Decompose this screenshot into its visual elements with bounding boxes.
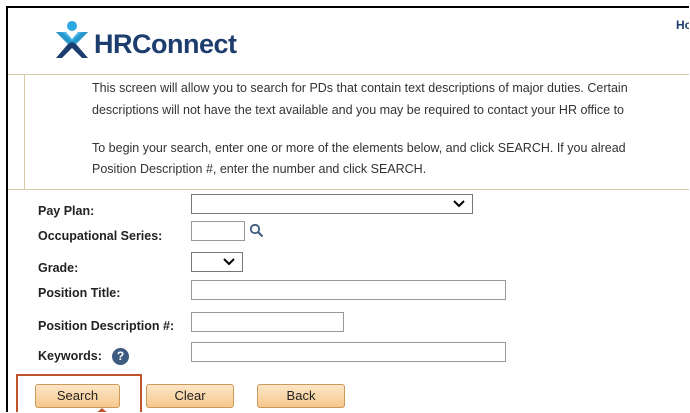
grade-label: Grade: (38, 261, 79, 275)
position-description-number-label: Position Description #: (38, 319, 175, 333)
instructions-line-3: To begin your search, enter one or more … (92, 141, 626, 155)
instructions-line-1: This screen will allow you to search for… (92, 81, 628, 95)
page-frame: HRConnect Ho This screen will allow you … (6, 6, 689, 412)
pay-plan-select[interactable] (191, 194, 473, 214)
home-link[interactable]: Ho (676, 18, 689, 32)
logo-text: HRConnect (94, 28, 237, 59)
callout-pointer (94, 408, 110, 412)
x-person-logo-icon (56, 21, 88, 58)
keywords-input[interactable] (191, 342, 506, 362)
header: HRConnect Ho (8, 8, 689, 74)
search-highlight-callout (16, 374, 142, 412)
position-title-input[interactable] (191, 280, 506, 300)
chevron-down-icon (223, 258, 235, 266)
chevron-down-icon (453, 200, 465, 208)
occupational-series-input[interactable] (191, 221, 245, 241)
instructions-line-2: descriptions will not have the text avai… (92, 103, 625, 117)
clear-button[interactable]: Clear (146, 384, 234, 408)
pay-plan-label: Pay Plan: (38, 204, 95, 218)
magnifier-icon[interactable] (249, 223, 264, 238)
occupational-series-label: Occupational Series: (38, 229, 163, 243)
hrconnect-logo[interactable]: HRConnect (52, 16, 237, 64)
position-title-label: Position Title: (38, 286, 121, 300)
keywords-label: Keywords: (38, 349, 102, 363)
question-circle-icon[interactable]: ? (112, 348, 129, 365)
instructions-line-4: Position Description #, enter the number… (92, 162, 427, 176)
position-description-number-input[interactable] (191, 312, 344, 332)
instructions-border (24, 75, 25, 189)
back-button[interactable]: Back (257, 384, 345, 408)
grade-select[interactable] (191, 252, 243, 272)
